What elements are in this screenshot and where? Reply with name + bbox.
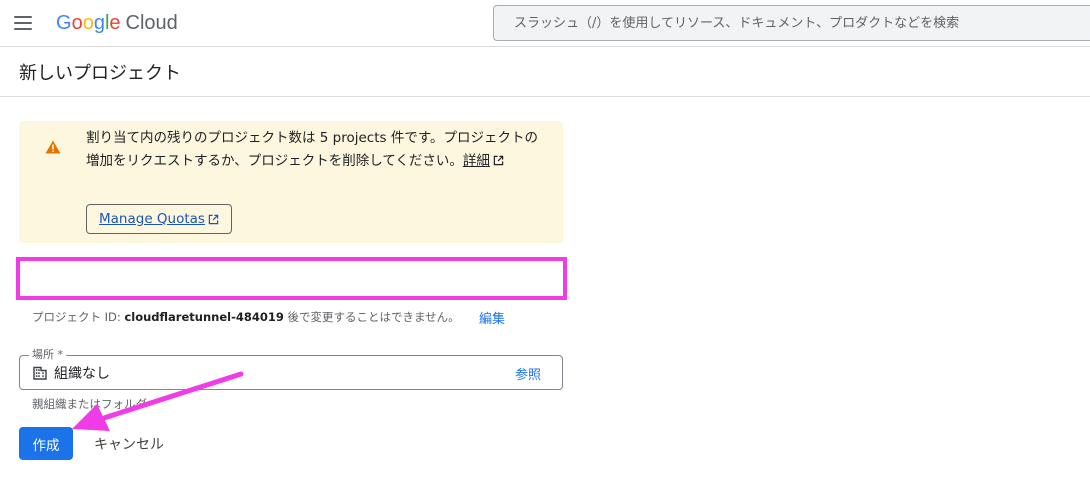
search-bar[interactable] (493, 5, 1090, 41)
menu-icon[interactable] (11, 11, 35, 35)
project-name-field[interactable] (16, 257, 567, 300)
edit-project-id-link[interactable]: 編集 (479, 308, 505, 327)
create-button[interactable]: 作成 (19, 427, 73, 460)
location-value: 組織なし (54, 366, 110, 382)
project-id-value: cloudflaretunnel-484019 (124, 310, 284, 324)
cancel-button[interactable]: キャンセル (84, 427, 174, 460)
external-link-icon (493, 155, 504, 166)
manage-quotas-button[interactable]: Manage Quotas (86, 204, 232, 234)
google-cloud-logo[interactable]: Google Cloud (56, 10, 178, 36)
alert-message: 割り当て内の残りのプロジェクト数は 5 projects 件です。プロジェクトの… (86, 130, 538, 169)
quota-alert: 割り当て内の残りのプロジェクト数は 5 projects 件です。プロジェクトの… (19, 121, 563, 243)
project-id-note: プロジェクト ID: cloudflaretunnel-484019 後で変更す… (32, 310, 460, 324)
building-icon (33, 366, 47, 380)
learn-more-link[interactable]: 詳細 (463, 153, 490, 169)
page-title-bar: 新しいプロジェクト (0, 47, 1090, 97)
page-title: 新しいプロジェクト (19, 63, 181, 84)
location-field[interactable]: 場所 * 組織なし 参照 (19, 348, 563, 390)
top-bar: Google Cloud (0, 0, 1090, 47)
location-label: 場所 * (29, 348, 66, 362)
location-hint: 親組織またはフォルダ (32, 397, 147, 411)
search-input[interactable] (512, 14, 1090, 32)
external-link-icon (208, 214, 219, 224)
warning-icon (45, 140, 61, 154)
browse-button[interactable]: 参照 (515, 364, 541, 383)
project-name-input[interactable] (20, 261, 563, 296)
